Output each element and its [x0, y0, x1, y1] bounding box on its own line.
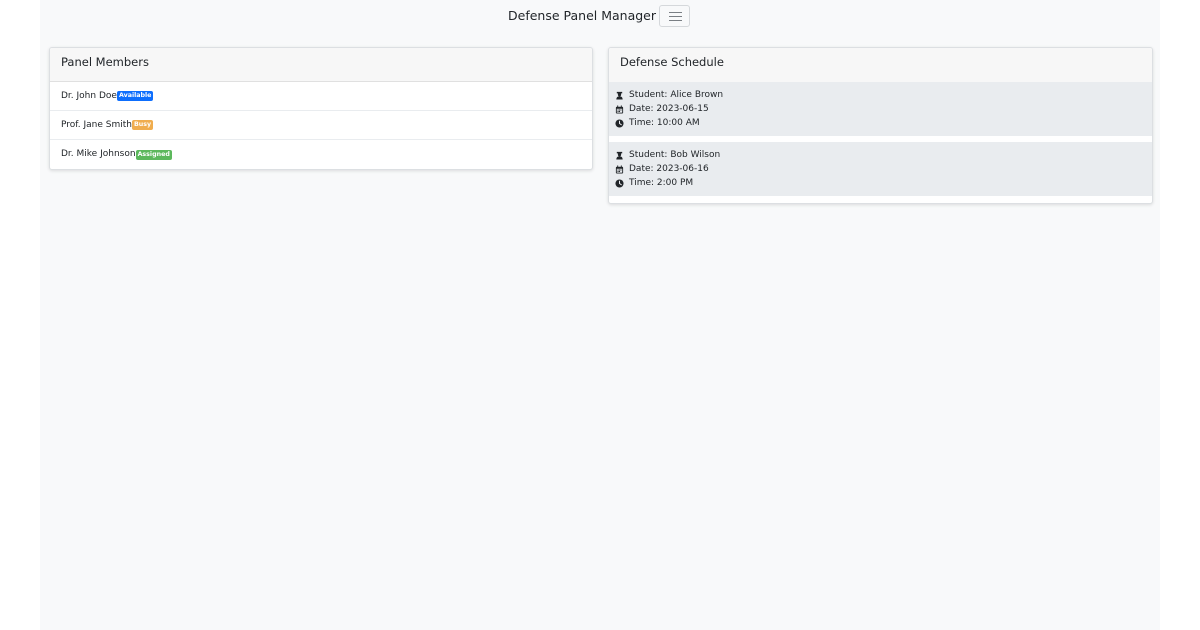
panel-member-name: Dr. John Doe [61, 90, 117, 101]
status-badge: Assigned [135, 149, 172, 160]
defense-date: Date: 2023-06-16 [629, 163, 709, 174]
panel-member-name: Dr. Mike Johnson [61, 149, 136, 159]
panel-members-list: Dr. John Doe Available Prof. Jane Smith … [50, 82, 592, 169]
panel-members-title: Panel Members [50, 48, 592, 82]
defense-time: Time: 10:00 AM [629, 117, 700, 128]
clock-icon [615, 118, 624, 128]
panel-members-card: Panel Members Dr. John Doe Available Pro… [49, 47, 593, 170]
panel-member-name: Prof. Jane Smith [61, 119, 132, 130]
navbar-toggler-button[interactable] [659, 5, 690, 27]
defense-time: Time: 2:00 PM [629, 177, 694, 188]
navbar: Defense Panel Manager [40, 0, 1160, 34]
defense-schedule-title: Defense Schedule [609, 48, 1152, 82]
panel-member-item[interactable]: Dr. Mike Johnson Assigned [50, 140, 592, 169]
calendar-icon [615, 104, 624, 114]
panel-member-item[interactable]: Prof. Jane Smith Busy [50, 111, 592, 140]
defense-date: Date: 2023-06-15 [629, 103, 709, 114]
calendar-icon [615, 164, 624, 174]
status-badge: Busy [132, 120, 154, 130]
student-name: Student: Alice Brown [629, 89, 724, 100]
student-name: Student: Bob Wilson [629, 149, 721, 160]
clock-icon [615, 178, 624, 188]
status-badge: Available [116, 91, 154, 101]
app-container: Defense Panel Manager Panel Members Dr. … [40, 0, 1160, 630]
graduate-icon [615, 151, 624, 160]
defense-schedule-card: Defense Schedule Student: Alice Brown Da… [608, 47, 1153, 204]
panel-member-item[interactable]: Dr. John Doe Available [50, 82, 592, 111]
schedule-entry[interactable]: Student: Bob Wilson Date: 2023-06-16 Tim… [609, 142, 1152, 196]
schedule-entry[interactable]: Student: Alice Brown Date: 2023-06-15 Ti… [609, 82, 1152, 136]
navbar-brand[interactable]: Defense Panel Manager [508, 8, 656, 24]
graduate-icon [615, 91, 624, 100]
